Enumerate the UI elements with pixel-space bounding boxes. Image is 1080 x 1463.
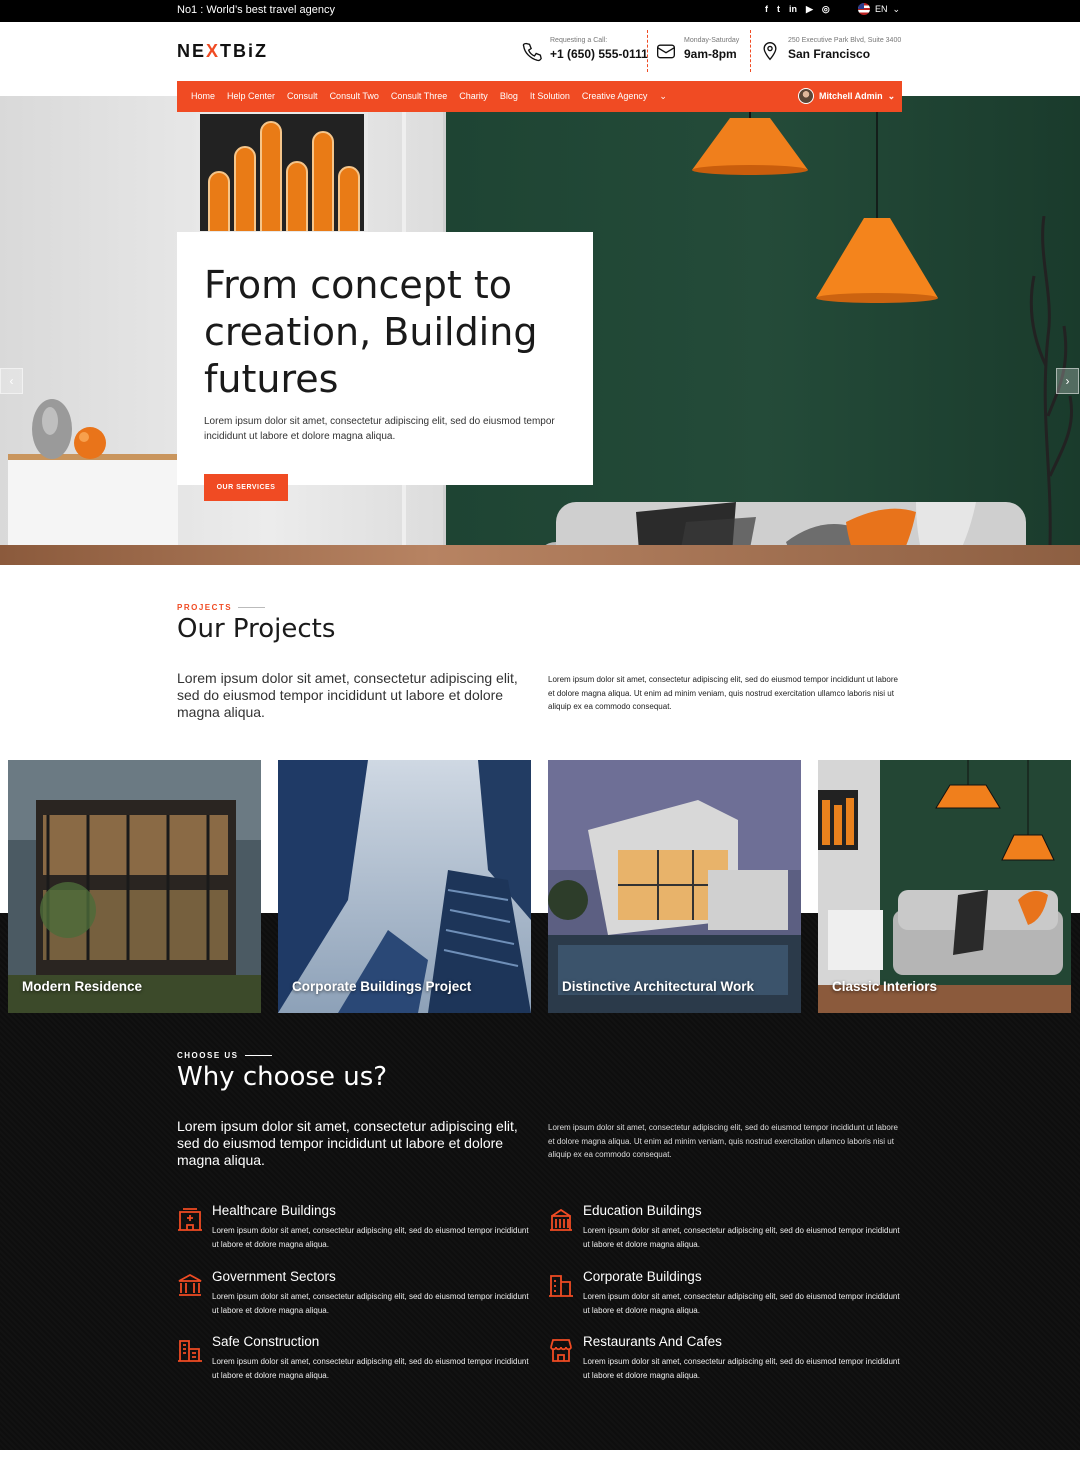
user-name: Mitchell Admin	[819, 91, 883, 101]
feature-text: Lorem ipsum dolor sit amet, consectetur …	[583, 1226, 900, 1249]
feature-text: Lorem ipsum dolor sit amet, consectetur …	[583, 1292, 900, 1315]
vase-decor	[32, 399, 106, 459]
tagline: No1 : World’s best travel agency	[177, 4, 335, 16]
youtube-icon[interactable]: ▶	[806, 4, 813, 15]
projects-title: Our Projects	[177, 614, 336, 644]
us-flag-icon	[858, 3, 870, 15]
chevron-down-icon: ⌄	[887, 90, 896, 101]
hero-text: Lorem ipsum dolor sit amet, consectetur …	[204, 416, 555, 442]
divider	[647, 30, 648, 72]
hospital-icon	[178, 1208, 202, 1231]
avatar	[798, 88, 814, 104]
nav-item-creative-agency[interactable]: Creative Agency	[582, 91, 648, 102]
projects-eyebrow: PROJECTS	[177, 603, 266, 612]
language-selector[interactable]: EN ⌄	[858, 3, 900, 15]
our-services-button[interactable]: OUR SERVICES	[204, 474, 288, 501]
project-title: Distinctive Architectural Work	[562, 979, 755, 994]
projects-body: Lorem ipsum dolor sit amet, consectetur …	[548, 675, 898, 711]
nav-item-consult-two[interactable]: Consult Two	[330, 91, 379, 102]
project-card[interactable]: Distinctive Architectural Work	[548, 760, 801, 1013]
linkedin-icon[interactable]: in	[789, 4, 797, 15]
nav-item-home[interactable]: Home	[191, 91, 215, 102]
nav-item-it-solution[interactable]: It Solution	[530, 91, 570, 102]
project-title: Modern Residence	[22, 979, 143, 994]
twitter-icon[interactable]: t	[777, 4, 780, 15]
hero-title: From concept to creation, Building futur…	[204, 263, 538, 401]
feature-title: Healthcare Buildings	[212, 1203, 336, 1218]
feature-text: Lorem ipsum dolor sit amet, consectetur …	[212, 1357, 529, 1380]
slider-prev-button[interactable]: ‹	[0, 368, 23, 394]
project-card[interactable]: Modern Residence	[8, 760, 261, 1013]
nav-item-charity[interactable]: Charity	[459, 91, 488, 102]
feature-title: Safe Construction	[212, 1334, 320, 1349]
project-card[interactable]: Classic Interiors	[818, 760, 1071, 1013]
why-eyebrow: CHOOSE US	[177, 1051, 272, 1060]
location-pin-icon	[763, 42, 777, 61]
project-image	[818, 760, 1071, 1013]
top-bar: No1 : World’s best travel agency f t in …	[0, 0, 1080, 22]
contact-phone[interactable]: Requesting a Call: +1 (650) 555-0111	[522, 36, 648, 62]
language-label: EN	[875, 4, 888, 14]
project-image	[548, 760, 801, 1013]
why-title: Why choose us?	[177, 1062, 388, 1092]
feature-text: Lorem ipsum dolor sit amet, consectetur …	[583, 1357, 900, 1380]
nav-item-help-center[interactable]: Help Center	[227, 91, 275, 102]
wall-art	[196, 110, 368, 235]
nav-item-blog[interactable]: Blog	[500, 91, 518, 102]
pendant-lamp	[816, 96, 938, 303]
clock-icon	[657, 44, 675, 59]
contact-value: San Francisco	[788, 47, 871, 61]
feature-title: Restaurants And Cafes	[583, 1334, 722, 1349]
contact-value: 9am-8pm	[684, 47, 737, 61]
phone-icon	[522, 42, 542, 62]
project-title: Corporate Buildings Project	[292, 979, 472, 994]
construction-icon	[178, 1340, 202, 1362]
contact-label: Requesting a Call:	[550, 37, 608, 44]
nav-item-consult-three[interactable]: Consult Three	[391, 91, 447, 102]
school-icon	[550, 1208, 572, 1231]
government-icon	[178, 1273, 202, 1296]
why-lead: Lorem ipsum dolor sit amet, consectetur …	[177, 1118, 518, 1168]
divider	[750, 30, 751, 72]
contact-hours: Monday-Saturday 9am-8pm	[656, 36, 739, 62]
contact-address: 250 Executive Park Blvd, Suite 3400 San …	[760, 36, 901, 62]
feature-text: Lorem ipsum dolor sit amet, consectetur …	[212, 1292, 529, 1315]
feature-title: Education Buildings	[583, 1203, 702, 1218]
hero-card: From concept to creation, Building futur…	[177, 232, 593, 501]
social-links: f t in ▶ ◎	[765, 4, 830, 15]
contact-value: +1 (650) 555-0111	[550, 47, 648, 61]
why-body: Lorem ipsum dolor sit amet, consectetur …	[548, 1123, 898, 1159]
site-logo[interactable]: NEXTBiZ	[177, 41, 268, 62]
project-image	[278, 760, 531, 1013]
main-nav: Home Help Center Consult Consult Two Con…	[177, 81, 902, 112]
project-card[interactable]: Corporate Buildings Project	[278, 760, 531, 1013]
project-image	[8, 760, 261, 1013]
contact-label: 250 Executive Park Blvd, Suite 3400	[788, 37, 902, 44]
feature-text: Lorem ipsum dolor sit amet, consectetur …	[212, 1226, 529, 1249]
slider-next-button[interactable]: ›	[1056, 368, 1079, 394]
office-building-icon	[549, 1275, 573, 1297]
store-icon	[550, 1339, 572, 1362]
instagram-icon[interactable]: ◎	[822, 4, 830, 15]
chevron-down-icon: ⌄	[892, 3, 901, 14]
projects-lead: Lorem ipsum dolor sit amet, consectetur …	[177, 670, 518, 720]
nav-item-consult[interactable]: Consult	[287, 91, 318, 102]
facebook-icon[interactable]: f	[765, 4, 768, 15]
feature-title: Government Sectors	[212, 1269, 336, 1284]
feature-title: Corporate Buildings	[583, 1269, 702, 1284]
project-title: Classic Interiors	[832, 979, 938, 994]
user-menu[interactable]: Mitchell Admin ⌄	[798, 88, 895, 104]
contact-label: Monday-Saturday	[684, 37, 740, 44]
nav-more-chevron-icon[interactable]: ⌄	[659, 91, 667, 102]
